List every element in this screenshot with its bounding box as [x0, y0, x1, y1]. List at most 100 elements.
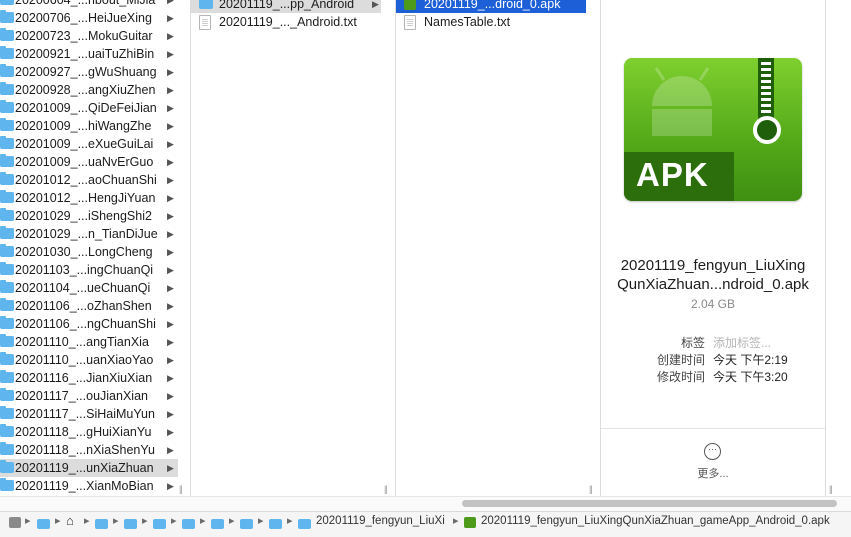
item-name: 20201119_...droid_0.apk	[424, 0, 561, 11]
more-button[interactable]: 更多...	[601, 465, 825, 481]
item-name: 20201117_...ouJianXian	[15, 389, 148, 403]
home-icon[interactable]: ⌂	[66, 513, 74, 528]
folder-row[interactable]: 20200928_...angXiuZhen ▶	[0, 81, 178, 99]
folder-row[interactable]: 20200604_...ribout_MiJia ▶	[0, 0, 178, 9]
item-name: 20201009_...eXueGuiLai	[15, 137, 154, 151]
path-folder-icon[interactable]	[298, 519, 311, 529]
folder-icon	[0, 0, 14, 5]
item-name: 20201117_...SiHaiMuYun	[15, 407, 155, 421]
folder-row[interactable]: 20201118_...nXiaShenYu ▶	[0, 441, 178, 459]
folder-row[interactable]: 20201117_...SiHaiMuYun ▶	[0, 405, 178, 423]
folder-row[interactable]: 20201029_...n_TianDiJue ▶	[0, 225, 178, 243]
folder-icon	[0, 424, 14, 437]
item-name: 20201119_...XianMoBian	[15, 479, 154, 493]
folder-icon	[0, 64, 14, 77]
apk-small-icon[interactable]	[464, 517, 476, 528]
path-folder-icon[interactable]	[182, 519, 195, 529]
path-folder-icon[interactable]	[240, 519, 253, 529]
folder-row[interactable]: 20201103_...ingChuanQi ▶	[0, 261, 178, 279]
modified-value: 今天 下午3:20	[713, 370, 788, 384]
folder-row[interactable]: 20201012_...HengJiYuan ▶	[0, 189, 178, 207]
browser-row[interactable]: 20201119_...droid_0.apk	[396, 0, 586, 13]
folder-icon	[0, 298, 14, 311]
folder-row[interactable]: 20201029_...iShengShi2 ▶	[0, 207, 178, 225]
folder-row[interactable]: 20200921_...uaiTuZhiBin ▶	[0, 45, 178, 63]
disclosure-arrow-icon: ▶	[167, 391, 174, 401]
disclosure-arrow-icon: ▶	[167, 319, 174, 329]
folder-icon	[0, 172, 14, 185]
folder-row[interactable]: 20200927_...gWuShuang ▶	[0, 63, 178, 81]
folder-icon	[0, 10, 14, 23]
folder-row[interactable]: 20201110_...angTianXia ▶	[0, 333, 178, 351]
disclosure-arrow-icon: ▶	[167, 85, 174, 95]
disclosure-arrow-icon: ▶	[167, 355, 174, 365]
folder-icon	[0, 370, 14, 383]
horizontal-scrollbar[interactable]	[462, 500, 837, 507]
disclosure-arrow-icon: ▶	[167, 301, 174, 311]
folder-icon	[0, 388, 14, 401]
item-name: 20201009_...QiDeFeiJian	[15, 101, 157, 115]
folder-row[interactable]: 20201119_...XianMoBian ▶	[0, 477, 178, 495]
browser-row[interactable]: 20201119_..._Android.txt	[191, 13, 381, 31]
disclosure-arrow-icon: ▶	[167, 31, 174, 41]
folder-row[interactable]: 20200723_...MokuGuitar ▶	[0, 27, 178, 45]
disclosure-arrow-icon: ▶	[167, 13, 174, 23]
path-folder-icon[interactable]	[269, 519, 282, 529]
folder-icon	[0, 280, 14, 293]
path-folder-label[interactable]: 20201119_fengyun_LiuXi	[316, 515, 448, 527]
path-separator-icon: ▸	[84, 515, 90, 527]
apk-icon-label: APK	[636, 156, 709, 193]
path-folder-icon[interactable]	[153, 519, 166, 529]
disclosure-arrow-icon: ▶	[167, 175, 174, 185]
path-separator-icon: ▸	[113, 515, 119, 527]
path-separator-icon: ▸	[171, 515, 177, 527]
folder-icon	[0, 316, 14, 329]
folder-row[interactable]: 20201106_...oZhanShen ▶	[0, 297, 178, 315]
disclosure-arrow-icon: ▶	[167, 157, 174, 167]
disclosure-arrow-icon: ▶	[167, 265, 174, 275]
path-folder-icon[interactable]	[211, 519, 224, 529]
browser-row[interactable]: NamesTable.txt	[396, 13, 586, 31]
folder-row[interactable]: 20201030_...LongCheng ▶	[0, 243, 178, 261]
folder-icon	[0, 226, 14, 239]
disclosure-arrow-icon: ▶	[372, 0, 379, 9]
path-separator-icon: ▸	[287, 515, 293, 527]
more-ellipsis-icon[interactable]: ···	[704, 443, 721, 460]
disclosure-arrow-icon: ▶	[167, 283, 174, 293]
folder-row[interactable]: 20201119_...unXiaZhuan ▶	[0, 459, 178, 477]
folder-row[interactable]: 20201009_...uaNvErGuo ▶	[0, 153, 178, 171]
browser-row[interactable]: 20201119_...pp_Android ▶	[191, 0, 381, 13]
folder-row[interactable]: 20200706_...HeiJueXing ▶	[0, 9, 178, 27]
path-separator-icon: ▸	[25, 515, 31, 527]
folder-icon	[0, 352, 14, 365]
folder-row[interactable]: 20201106_...ngChuanShi ▶	[0, 315, 178, 333]
tags-input[interactable]: 添加标签...	[713, 334, 771, 351]
folder-icon	[0, 82, 14, 95]
folder-icon	[199, 0, 213, 9]
path-separator-icon: ▸	[55, 515, 61, 527]
disclosure-arrow-icon: ▶	[167, 121, 174, 131]
path-folder-icon[interactable]	[95, 519, 108, 529]
folder-row[interactable]: 20201009_...QiDeFeiJian ▶	[0, 99, 178, 117]
path-folder-icon[interactable]	[37, 519, 50, 529]
path-separator-icon: ▸	[229, 515, 235, 527]
disclosure-arrow-icon: ▶	[167, 337, 174, 347]
folder-row[interactable]: 20201117_...ouJianXian ▶	[0, 387, 178, 405]
item-name: 20201106_...oZhanShen	[15, 299, 152, 313]
folder-row[interactable]: 20201110_...uanXiaoYao ▶	[0, 351, 178, 369]
preview-file-size: 2.04 GB	[690, 297, 736, 311]
folder-icon	[0, 190, 14, 203]
path-file-label[interactable]: 20201119_fengyun_LiuXingQunXiaZhuan_game…	[481, 515, 830, 527]
folder-row[interactable]: 20201104_...ueChuanQi ▶	[0, 279, 178, 297]
folder-row[interactable]: 20201116_...JianXiuXian ▶	[0, 369, 178, 387]
folder-row[interactable]: 20201009_...eXueGuiLai ▶	[0, 135, 178, 153]
item-name: 20201118_...gHuiXianYu	[15, 425, 152, 439]
folder-row[interactable]: 20201118_...gHuiXianYu ▶	[0, 423, 178, 441]
item-name: 20200723_...MokuGuitar	[15, 29, 153, 43]
folder-row[interactable]: 20201012_...aoChuanShi ▶	[0, 171, 178, 189]
path-folder-icon[interactable]	[124, 519, 137, 529]
folder-row[interactable]: 20201009_...hiWangZhe ▶	[0, 117, 178, 135]
preview-right-divider	[825, 0, 826, 496]
disk-icon[interactable]	[9, 517, 21, 528]
folder-icon	[0, 118, 14, 131]
